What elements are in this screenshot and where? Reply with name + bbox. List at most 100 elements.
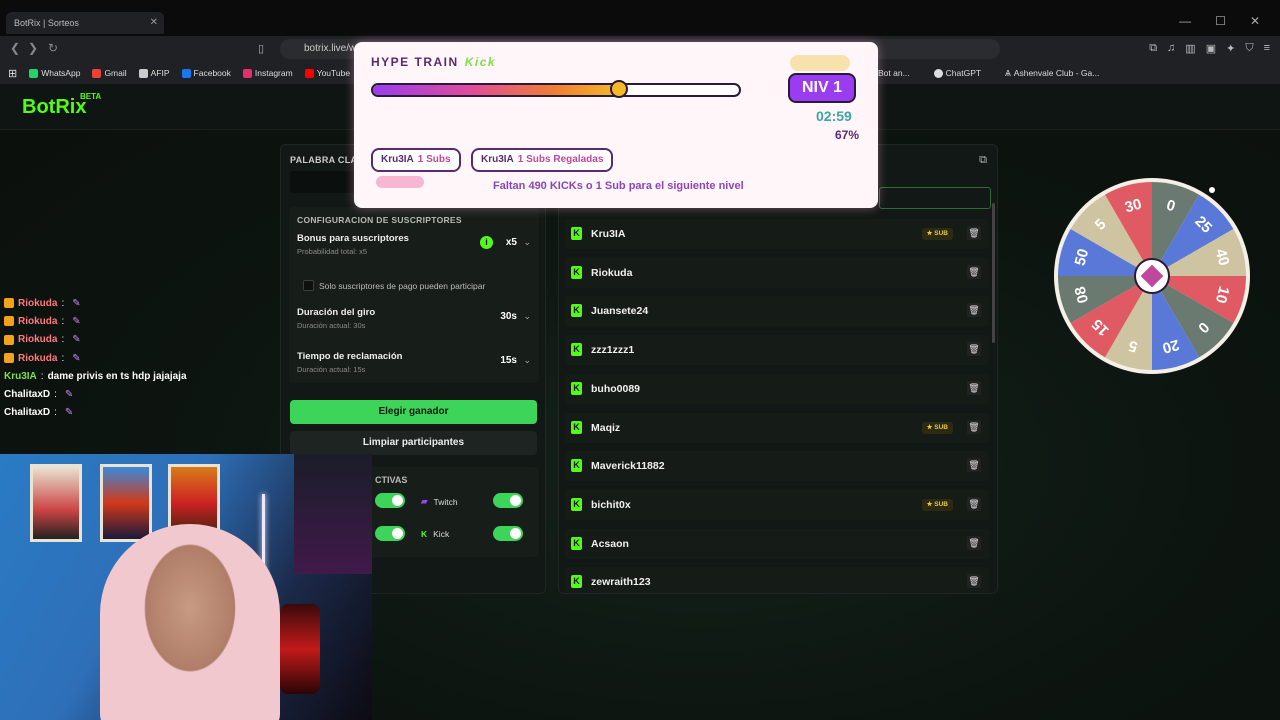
- trash-icon[interactable]: 🗑: [967, 574, 981, 589]
- botrix-logo[interactable]: BotRix BETA: [22, 92, 101, 119]
- kick-toggle[interactable]: [493, 526, 523, 541]
- platforms-title: CTIVAS: [375, 475, 408, 485]
- music-icon[interactable]: ♫: [1167, 42, 1175, 55]
- menu-icon[interactable]: ≡: [1264, 42, 1270, 55]
- back-icon[interactable]: ❮: [10, 41, 20, 55]
- trash-icon[interactable]: 🗑: [967, 342, 981, 357]
- bookmark-label: ChatGPT: [945, 68, 982, 78]
- chat-username: Kru3IA: [4, 370, 37, 382]
- duration-title: Duración del giro: [297, 307, 376, 318]
- participant-name: buho0089: [591, 382, 641, 395]
- participant-row[interactable]: Kzzz1zzz1 🗑: [565, 335, 989, 366]
- sub-badge: ★ SUB: [921, 498, 953, 511]
- level-decoration: [790, 55, 850, 71]
- duration-select[interactable]: 30s: [500, 311, 517, 322]
- chevron-down-icon[interactable]: ⌄: [523, 355, 531, 366]
- emote-icon: ✎: [72, 334, 81, 346]
- prize-wheel[interactable]: 02540100205150850530: [1052, 176, 1252, 376]
- participant-row[interactable]: K Acsaon 🗑: [565, 528, 989, 559]
- extensions-icon[interactable]: ⧉: [1149, 42, 1157, 55]
- bookmark-afip[interactable]: AFIP: [138, 68, 170, 78]
- only-paid-checkbox[interactable]: Solo suscriptores de pago pueden partici…: [297, 275, 531, 297]
- trash-icon[interactable]: 🗑: [967, 264, 981, 279]
- trash-icon[interactable]: 🗑: [967, 496, 981, 511]
- sub-badge-icon: [4, 353, 14, 364]
- gmail-icon: [92, 68, 102, 78]
- bookmark-ashenvale[interactable]: Ѧ Ashenvale Club - Ga...: [1005, 68, 1099, 78]
- bookmark-gmail[interactable]: Gmail: [92, 68, 127, 78]
- search-input[interactable]: [879, 187, 991, 209]
- chat-text: dame privis en ts hdp jajajaja: [47, 370, 187, 382]
- claim-title: Tiempo de reclamación: [297, 351, 403, 362]
- trash-icon[interactable]: 🗑: [967, 419, 981, 434]
- trash-icon[interactable]: 🗑: [967, 303, 981, 318]
- platform-toggle[interactable]: [375, 526, 405, 541]
- participant-name: Kru3IA: [591, 228, 626, 240]
- maximize-icon[interactable]: ☐: [1215, 14, 1226, 28]
- info-icon[interactable]: i: [480, 236, 493, 249]
- chevron-down-icon[interactable]: ⌄: [523, 311, 531, 322]
- participant-row[interactable]: Kbuho0089 🗑: [565, 373, 989, 404]
- checkbox-icon[interactable]: [303, 280, 314, 291]
- bookmark-instagram[interactable]: Instagram: [242, 68, 293, 78]
- apps-icon[interactable]: ⊞: [8, 67, 17, 80]
- choose-winner-button[interactable]: Elegir ganador: [290, 400, 537, 424]
- chat-separator: :: [61, 297, 65, 309]
- scrollbar[interactable]: [992, 203, 995, 343]
- participant-row[interactable]: K Maverick11882 🗑: [565, 451, 989, 482]
- window-controls: — ☐ ✕: [1179, 14, 1260, 28]
- ai-icon[interactable]: ✦: [1226, 42, 1235, 55]
- chat-username: ChalitaxD: [4, 407, 51, 419]
- twitch-icon: ▰: [421, 496, 428, 506]
- shield-icon[interactable]: ⛉: [1245, 42, 1253, 55]
- twitch-toggle[interactable]: [493, 493, 523, 508]
- chat-separator: :: [54, 407, 57, 419]
- forward-icon[interactable]: ❯: [28, 41, 38, 55]
- participant-row[interactable]: K Juansete24 🗑: [565, 296, 989, 327]
- bookmark-botan[interactable]: Bot an...: [878, 68, 910, 78]
- browser-tab[interactable]: BotRix | Sorteos ✕: [6, 12, 164, 34]
- participant-row[interactable]: Kzewraith123 🗑: [565, 567, 989, 593]
- participant-name: Maqiz: [591, 421, 621, 434]
- trash-icon[interactable]: 🗑: [967, 226, 981, 240]
- trash-icon[interactable]: 🗑: [967, 535, 981, 550]
- copy-icon[interactable]: ⧉: [979, 154, 987, 167]
- clear-participants-button[interactable]: Limpiar participantes: [290, 431, 537, 455]
- reload-icon[interactable]: ↻: [48, 41, 58, 55]
- bookmark-youtube[interactable]: YouTube: [304, 68, 350, 78]
- kick-icon: K: [571, 536, 582, 550]
- sidebar-icon[interactable]: ▥: [1185, 42, 1195, 55]
- sub-badge-label: SUB: [934, 423, 948, 431]
- claim-select[interactable]: 15s: [500, 355, 517, 366]
- claim-row: Tiempo de reclamación Duración actual: 1…: [297, 351, 531, 374]
- bookmark-chatgpt[interactable]: ChatGPT: [933, 68, 982, 78]
- participant-row[interactable]: K Maqiz ★ SUB 🗑: [565, 412, 989, 443]
- bookmark-facebook[interactable]: Facebook: [181, 68, 231, 78]
- claim-subtitle: Duración actual: 15s: [297, 365, 366, 374]
- hype-contribution-chip: Kru3IA 1 Subs Regaladas: [471, 148, 614, 172]
- close-window-icon[interactable]: ✕: [1250, 14, 1260, 28]
- bookmark-label: Instagram: [254, 68, 293, 78]
- youtube-icon: [304, 68, 314, 78]
- chevron-down-icon[interactable]: ⌄: [523, 237, 531, 248]
- participant-row[interactable]: Kbichit0x ★ SUB 🗑: [565, 489, 989, 520]
- sub-badge-icon: [4, 298, 14, 309]
- participant-row[interactable]: K Riokuda 🗑: [565, 257, 989, 288]
- chat-separator: :: [54, 389, 57, 401]
- chip-user: Kru3IA: [381, 154, 414, 165]
- close-tab-icon[interactable]: ✕: [150, 17, 158, 28]
- sub-badge-icon: [4, 334, 14, 345]
- minimize-icon[interactable]: —: [1179, 14, 1191, 28]
- hype-contribution-chip: Kru3IA 1 Subs: [371, 148, 461, 172]
- platform-toggle[interactable]: [375, 493, 405, 508]
- chat-message: Riokuda: ✎: [4, 294, 264, 312]
- trash-icon[interactable]: 🗑: [967, 458, 981, 473]
- wallet-icon[interactable]: ▣: [1206, 42, 1216, 55]
- bonus-select[interactable]: x5: [506, 237, 517, 248]
- kick-icon: K: [571, 497, 582, 511]
- shelf-image: [294, 454, 372, 574]
- trash-icon[interactable]: 🗑: [967, 380, 981, 395]
- bookmark-whatsapp[interactable]: WhatsApp: [29, 68, 80, 78]
- participant-row[interactable]: K Kru3IA ★ SUB 🗑: [565, 219, 989, 249]
- bookmark-icon[interactable]: ▯: [258, 42, 264, 55]
